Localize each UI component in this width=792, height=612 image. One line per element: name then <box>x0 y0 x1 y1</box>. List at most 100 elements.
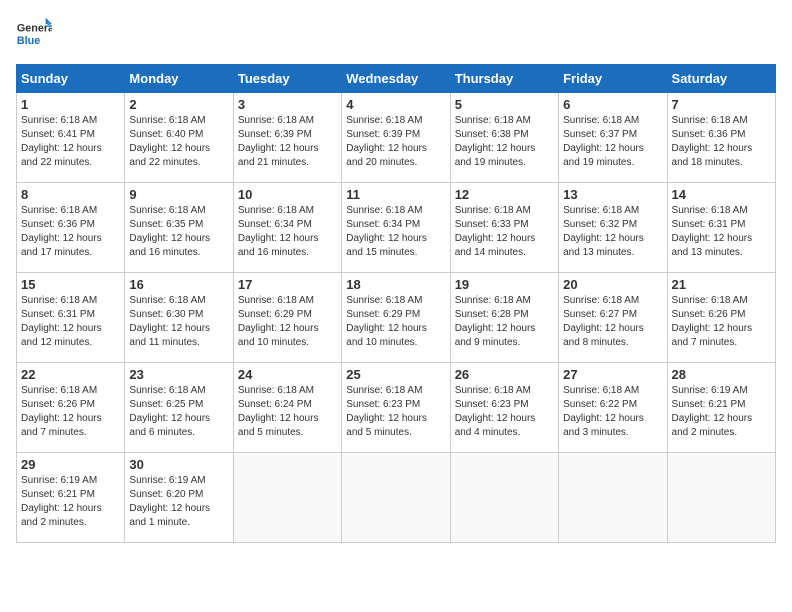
day-info: Sunrise: 6:18 AM Sunset: 6:23 PM Dayligh… <box>455 384 554 440</box>
day-number: 25 <box>346 367 445 382</box>
calendar-cell: 15 Sunrise: 6:18 AM Sunset: 6:31 PM Dayli… <box>17 273 125 363</box>
weekday-header-thursday: Thursday <box>450 65 558 93</box>
day-number: 27 <box>563 367 662 382</box>
logo-icon: General Blue <box>16 16 52 52</box>
calendar-cell: 7 Sunrise: 6:18 AM Sunset: 6:36 PM Daylig… <box>667 93 775 183</box>
weekday-header-wednesday: Wednesday <box>342 65 450 93</box>
day-number: 23 <box>129 367 228 382</box>
page-header: General Blue <box>16 16 776 52</box>
day-info: Sunrise: 6:18 AM Sunset: 6:26 PM Dayligh… <box>21 384 120 440</box>
calendar-cell: 1 Sunrise: 6:18 AM Sunset: 6:41 PM Daylig… <box>17 93 125 183</box>
weekday-header-sunday: Sunday <box>17 65 125 93</box>
day-info: Sunrise: 6:18 AM Sunset: 6:38 PM Dayligh… <box>455 114 554 170</box>
day-number: 10 <box>238 187 337 202</box>
day-number: 8 <box>21 187 120 202</box>
day-number: 30 <box>129 457 228 472</box>
day-number: 20 <box>563 277 662 292</box>
logo: General Blue <box>16 16 52 52</box>
weekday-header-friday: Friday <box>559 65 667 93</box>
day-info: Sunrise: 6:19 AM Sunset: 6:20 PM Dayligh… <box>129 474 228 530</box>
calendar-cell: 28 Sunrise: 6:19 AM Sunset: 6:21 PM Dayli… <box>667 363 775 453</box>
calendar-cell: 18 Sunrise: 6:18 AM Sunset: 6:29 PM Dayli… <box>342 273 450 363</box>
calendar-cell: 6 Sunrise: 6:18 AM Sunset: 6:37 PM Daylig… <box>559 93 667 183</box>
calendar-cell: 20 Sunrise: 6:18 AM Sunset: 6:27 PM Dayli… <box>559 273 667 363</box>
day-info: Sunrise: 6:18 AM Sunset: 6:22 PM Dayligh… <box>563 384 662 440</box>
day-info: Sunrise: 6:18 AM Sunset: 6:29 PM Dayligh… <box>346 294 445 350</box>
day-number: 21 <box>672 277 771 292</box>
calendar-cell <box>450 453 558 543</box>
day-info: Sunrise: 6:18 AM Sunset: 6:24 PM Dayligh… <box>238 384 337 440</box>
day-info: Sunrise: 6:18 AM Sunset: 6:32 PM Dayligh… <box>563 204 662 260</box>
day-info: Sunrise: 6:18 AM Sunset: 6:29 PM Dayligh… <box>238 294 337 350</box>
day-number: 24 <box>238 367 337 382</box>
day-info: Sunrise: 6:18 AM Sunset: 6:23 PM Dayligh… <box>346 384 445 440</box>
calendar-cell: 9 Sunrise: 6:18 AM Sunset: 6:35 PM Daylig… <box>125 183 233 273</box>
day-number: 13 <box>563 187 662 202</box>
calendar-cell: 13 Sunrise: 6:18 AM Sunset: 6:32 PM Dayli… <box>559 183 667 273</box>
calendar-cell: 8 Sunrise: 6:18 AM Sunset: 6:36 PM Daylig… <box>17 183 125 273</box>
calendar-table: SundayMondayTuesdayWednesdayThursdayFrid… <box>16 64 776 543</box>
day-number: 17 <box>238 277 337 292</box>
day-number: 28 <box>672 367 771 382</box>
day-info: Sunrise: 6:18 AM Sunset: 6:31 PM Dayligh… <box>672 204 771 260</box>
day-number: 6 <box>563 97 662 112</box>
calendar-cell <box>667 453 775 543</box>
day-number: 15 <box>21 277 120 292</box>
calendar-cell: 12 Sunrise: 6:18 AM Sunset: 6:33 PM Dayli… <box>450 183 558 273</box>
day-number: 1 <box>21 97 120 112</box>
calendar-cell: 26 Sunrise: 6:18 AM Sunset: 6:23 PM Dayli… <box>450 363 558 453</box>
calendar-cell: 19 Sunrise: 6:18 AM Sunset: 6:28 PM Dayli… <box>450 273 558 363</box>
day-info: Sunrise: 6:18 AM Sunset: 6:36 PM Dayligh… <box>672 114 771 170</box>
day-number: 29 <box>21 457 120 472</box>
day-info: Sunrise: 6:18 AM Sunset: 6:25 PM Dayligh… <box>129 384 228 440</box>
calendar-header: SundayMondayTuesdayWednesdayThursdayFrid… <box>17 65 776 93</box>
calendar-cell: 22 Sunrise: 6:18 AM Sunset: 6:26 PM Dayli… <box>17 363 125 453</box>
day-info: Sunrise: 6:19 AM Sunset: 6:21 PM Dayligh… <box>672 384 771 440</box>
day-number: 18 <box>346 277 445 292</box>
calendar-cell: 27 Sunrise: 6:18 AM Sunset: 6:22 PM Dayli… <box>559 363 667 453</box>
calendar-cell: 29 Sunrise: 6:19 AM Sunset: 6:21 PM Dayli… <box>17 453 125 543</box>
weekday-header-saturday: Saturday <box>667 65 775 93</box>
calendar-cell: 17 Sunrise: 6:18 AM Sunset: 6:29 PM Dayli… <box>233 273 341 363</box>
calendar-cell <box>233 453 341 543</box>
calendar-cell: 25 Sunrise: 6:18 AM Sunset: 6:23 PM Dayli… <box>342 363 450 453</box>
day-number: 19 <box>455 277 554 292</box>
calendar-cell: 2 Sunrise: 6:18 AM Sunset: 6:40 PM Daylig… <box>125 93 233 183</box>
day-info: Sunrise: 6:18 AM Sunset: 6:27 PM Dayligh… <box>563 294 662 350</box>
calendar-cell <box>559 453 667 543</box>
day-info: Sunrise: 6:18 AM Sunset: 6:34 PM Dayligh… <box>346 204 445 260</box>
day-number: 2 <box>129 97 228 112</box>
day-number: 3 <box>238 97 337 112</box>
calendar-cell: 16 Sunrise: 6:18 AM Sunset: 6:30 PM Dayli… <box>125 273 233 363</box>
day-info: Sunrise: 6:18 AM Sunset: 6:30 PM Dayligh… <box>129 294 228 350</box>
day-number: 5 <box>455 97 554 112</box>
day-number: 11 <box>346 187 445 202</box>
weekday-header-monday: Monday <box>125 65 233 93</box>
day-info: Sunrise: 6:18 AM Sunset: 6:31 PM Dayligh… <box>21 294 120 350</box>
calendar-cell: 24 Sunrise: 6:18 AM Sunset: 6:24 PM Dayli… <box>233 363 341 453</box>
day-info: Sunrise: 6:18 AM Sunset: 6:36 PM Dayligh… <box>21 204 120 260</box>
day-number: 9 <box>129 187 228 202</box>
calendar-cell: 23 Sunrise: 6:18 AM Sunset: 6:25 PM Dayli… <box>125 363 233 453</box>
day-number: 26 <box>455 367 554 382</box>
calendar-cell: 11 Sunrise: 6:18 AM Sunset: 6:34 PM Dayli… <box>342 183 450 273</box>
day-info: Sunrise: 6:18 AM Sunset: 6:26 PM Dayligh… <box>672 294 771 350</box>
calendar-cell: 3 Sunrise: 6:18 AM Sunset: 6:39 PM Daylig… <box>233 93 341 183</box>
day-info: Sunrise: 6:18 AM Sunset: 6:28 PM Dayligh… <box>455 294 554 350</box>
day-info: Sunrise: 6:18 AM Sunset: 6:37 PM Dayligh… <box>563 114 662 170</box>
day-info: Sunrise: 6:18 AM Sunset: 6:39 PM Dayligh… <box>238 114 337 170</box>
day-number: 4 <box>346 97 445 112</box>
calendar-cell <box>342 453 450 543</box>
calendar-cell: 10Sunrise: 6:18 AM Sunset: 6:34 PM Dayli… <box>233 183 341 273</box>
day-number: 12 <box>455 187 554 202</box>
day-number: 7 <box>672 97 771 112</box>
day-info: Sunrise: 6:18 AM Sunset: 6:41 PM Dayligh… <box>21 114 120 170</box>
calendar-cell: 14 Sunrise: 6:18 AM Sunset: 6:31 PM Dayli… <box>667 183 775 273</box>
day-info: Sunrise: 6:19 AM Sunset: 6:21 PM Dayligh… <box>21 474 120 530</box>
day-info: Sunrise: 6:18 AM Sunset: 6:35 PM Dayligh… <box>129 204 228 260</box>
day-info: Sunrise: 6:18 AM Sunset: 6:33 PM Dayligh… <box>455 204 554 260</box>
day-number: 14 <box>672 187 771 202</box>
day-number: 16 <box>129 277 228 292</box>
day-info: Sunrise: 6:18 AM Sunset: 6:40 PM Dayligh… <box>129 114 228 170</box>
day-number: 22 <box>21 367 120 382</box>
